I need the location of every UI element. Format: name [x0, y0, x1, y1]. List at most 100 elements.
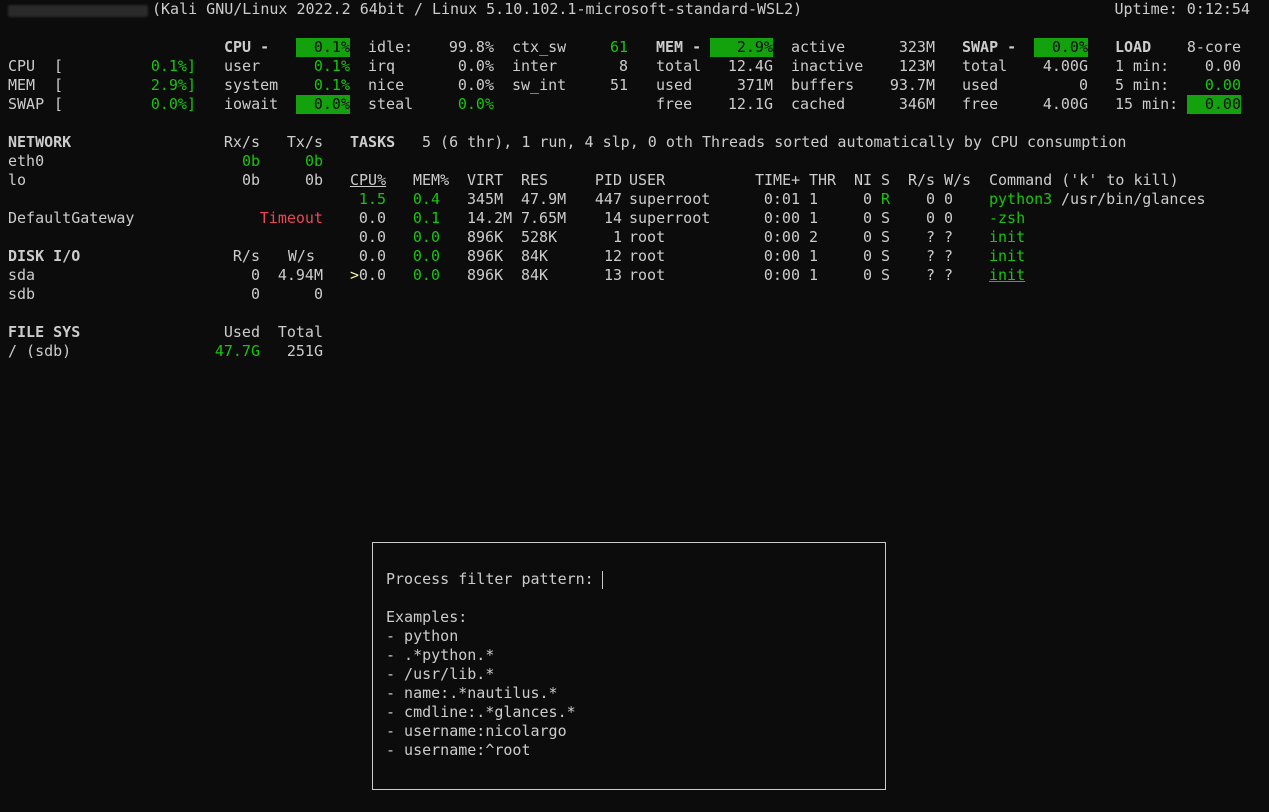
cpu-idle-label: idle: — [368, 38, 414, 56]
process-mem: 0.0 — [412, 266, 440, 284]
process-status: R — [881, 190, 891, 208]
tasks-summary: 5 (6 thr), 1 run, 4 slp, 0 oth Threads s… — [422, 133, 1127, 151]
cpu-idle-value: 99.8% — [448, 38, 494, 56]
col-header-user[interactable]: USER — [629, 171, 665, 190]
process-command: init — [989, 247, 1026, 265]
process-virt: 896K — [467, 228, 504, 246]
disk-w-header: W/s — [287, 247, 315, 265]
col-header-time[interactable]: TIME+ — [755, 171, 800, 190]
example-item: - username:nicolargo — [386, 722, 567, 740]
example-item: - name:.*nautilus.* — [386, 684, 558, 702]
cpu-total: 0.1% — [296, 38, 350, 57]
process-virt: 896K — [467, 247, 504, 265]
process-status: S — [881, 209, 891, 227]
process-thr: 1 — [809, 266, 819, 284]
example-item: - /usr/lib.* — [386, 665, 495, 683]
process-time: 0:00 — [763, 266, 800, 284]
mem-title: MEM - — [656, 38, 702, 56]
process-time: 0:00 — [763, 209, 800, 227]
cpu-system-label: system — [224, 76, 279, 94]
quicklook-cpu-label: CPU — [8, 57, 36, 75]
process-rs: ? — [925, 228, 935, 246]
mem-active-value: 323M — [898, 38, 935, 56]
process-ws: ? — [944, 228, 954, 246]
cpu-system-value: 0.1% — [313, 76, 350, 94]
network-title: NETWORK — [8, 133, 72, 151]
process-rs: ? — [925, 247, 935, 265]
col-header-rs[interactable]: R/s — [908, 171, 935, 190]
process-thr: 1 — [809, 190, 819, 208]
swap-total-value: 4.00G — [1042, 57, 1088, 75]
system-info: (Kali GNU/Linux 2022.2 64bit / Linux 5.1… — [152, 0, 803, 18]
cpu-iowait-label: iowait — [224, 95, 279, 113]
cpu-inter-label: inter — [512, 57, 558, 75]
process-ws: 0 — [944, 209, 954, 227]
process-rs: ? — [925, 266, 935, 284]
col-header-virt[interactable]: VIRT — [467, 171, 503, 190]
quicklook-mem-value: 2.9%] — [150, 76, 196, 94]
process-user: root — [629, 266, 666, 284]
process-user: superroot — [629, 190, 711, 208]
process-command: init — [989, 266, 1026, 284]
col-header-pid[interactable]: PID — [584, 171, 622, 190]
cpu-nice-label: nice — [368, 76, 405, 94]
mem-used-value: 371M — [736, 76, 773, 94]
filter-input-cursor[interactable] — [602, 571, 603, 589]
mem-free-label: free — [656, 95, 693, 113]
process-user: superroot — [629, 209, 711, 227]
example-item: - .*python.* — [386, 646, 495, 664]
mem-cached-label: cached — [791, 95, 846, 113]
fs-title: FILE SYS — [8, 323, 81, 341]
process-pid: 447 — [594, 190, 622, 208]
mem-used-label: used — [656, 76, 693, 94]
process-res: 84K — [521, 247, 549, 265]
load-5min-value: 0.00 — [1204, 76, 1241, 94]
load-cores: 8-core — [1186, 38, 1241, 56]
load-1min-value: 0.00 — [1204, 57, 1241, 75]
disk-r-header: R/s — [232, 247, 260, 265]
process-command: init — [989, 228, 1026, 246]
col-header-cpu[interactable]: CPU% — [350, 171, 413, 190]
disk-sdb-w: 0 — [313, 285, 323, 303]
mem-buffers-label: buffers — [791, 76, 855, 94]
process-cpu: 1.5 — [358, 190, 386, 208]
process-user: root — [629, 247, 666, 265]
swap-free-value: 4.00G — [1042, 95, 1088, 113]
process-mem: 0.0 — [412, 247, 440, 265]
col-header-res[interactable]: RES — [521, 171, 548, 190]
mem-buffers-value: 93.7M — [889, 76, 935, 94]
process-status: S — [881, 228, 891, 246]
mem-total-value: 12.4G — [727, 57, 773, 75]
process-ws: 0 — [944, 190, 954, 208]
cpu-user-label: user — [224, 57, 261, 75]
cpu-steal-label: steal — [368, 95, 414, 113]
cpu-swint-label: sw_int — [512, 76, 567, 94]
cpu-ctxsw-label: ctx_sw — [512, 38, 567, 56]
cpu-swint-value: 51 — [609, 76, 628, 94]
col-header-ni[interactable]: NI — [845, 171, 872, 190]
swap-used-label: used — [962, 76, 999, 94]
col-header-ws[interactable]: W/s — [944, 171, 971, 190]
mem-cached-value: 346M — [898, 95, 935, 113]
process-pid: 12 — [603, 247, 622, 265]
mem-total-label: total — [656, 57, 702, 75]
process-ws: ? — [944, 266, 954, 284]
process-ni: 0 — [862, 190, 872, 208]
process-thr: 1 — [809, 209, 819, 227]
col-header-mem[interactable]: MEM% — [413, 171, 449, 190]
uptime: Uptime: 0:12:54 — [1114, 0, 1250, 18]
cpu-ctxsw-value: 61 — [609, 38, 628, 56]
load-15min-label: 15 min: — [1115, 95, 1179, 113]
col-header-status[interactable]: S — [881, 171, 890, 190]
hostname-redacted — [8, 5, 148, 17]
mem-total-pct: 2.9% — [710, 38, 773, 57]
process-ni: 0 — [862, 209, 872, 227]
load-15min-value: 0.00 — [1187, 95, 1241, 114]
process-ws: ? — [944, 247, 954, 265]
col-header-command[interactable]: Command ('k' to kill) — [989, 171, 1179, 190]
quicklook-cpu-value: 0.1%] — [150, 57, 196, 75]
quicklook-mem-bracket: [ — [54, 76, 64, 94]
col-header-thr[interactable]: THR — [809, 171, 836, 190]
process-res: 528K — [521, 228, 558, 246]
process-cpu: 0.0 — [358, 247, 386, 265]
